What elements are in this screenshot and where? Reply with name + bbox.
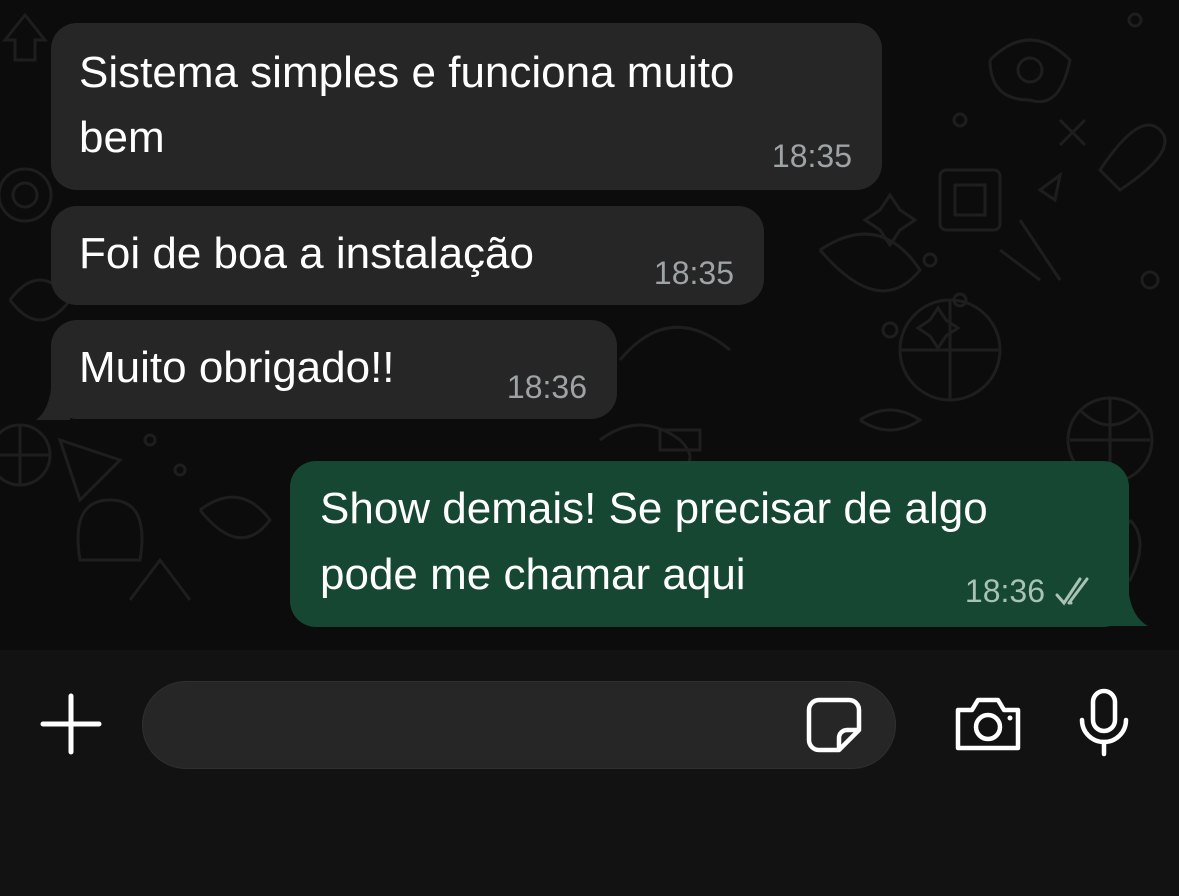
incoming-message-bubble[interactable]: Sistema simples e funciona muito bem 18:…: [51, 23, 882, 190]
plus-icon[interactable]: [40, 693, 102, 755]
message-text: pode me chamar aqui: [320, 550, 746, 599]
message-timestamp: 18:36: [506, 369, 587, 405]
microphone-icon[interactable]: [1077, 688, 1131, 758]
sticker-icon[interactable]: [805, 696, 863, 754]
chat-area[interactable]: Sistema simples e funciona muito bem 18:…: [0, 0, 1179, 650]
message-text: Show demais! Se precisar de algo: [320, 484, 988, 533]
message-input-bar: [0, 650, 1179, 896]
message-timestamp: 18:35: [771, 138, 852, 174]
message-timestamp: 18:36: [964, 573, 1045, 609]
camera-icon[interactable]: [952, 694, 1024, 754]
message-text: Sistema simples e funciona muito: [79, 48, 735, 97]
message-text: Foi de boa a instalação: [79, 229, 534, 278]
message-text: bem: [79, 113, 165, 162]
message-text: Muito obrigado!!: [79, 343, 395, 392]
incoming-message-bubble[interactable]: Foi de boa a instalação 18:35: [51, 206, 764, 305]
message-timestamp: 18:35: [653, 255, 734, 291]
double-check-icon: [1055, 577, 1089, 606]
incoming-message-bubble[interactable]: Muito obrigado!! 18:36: [51, 320, 617, 419]
outgoing-message-bubble[interactable]: Show demais! Se precisar de algo pode me…: [290, 461, 1129, 627]
message-input[interactable]: [142, 681, 896, 769]
